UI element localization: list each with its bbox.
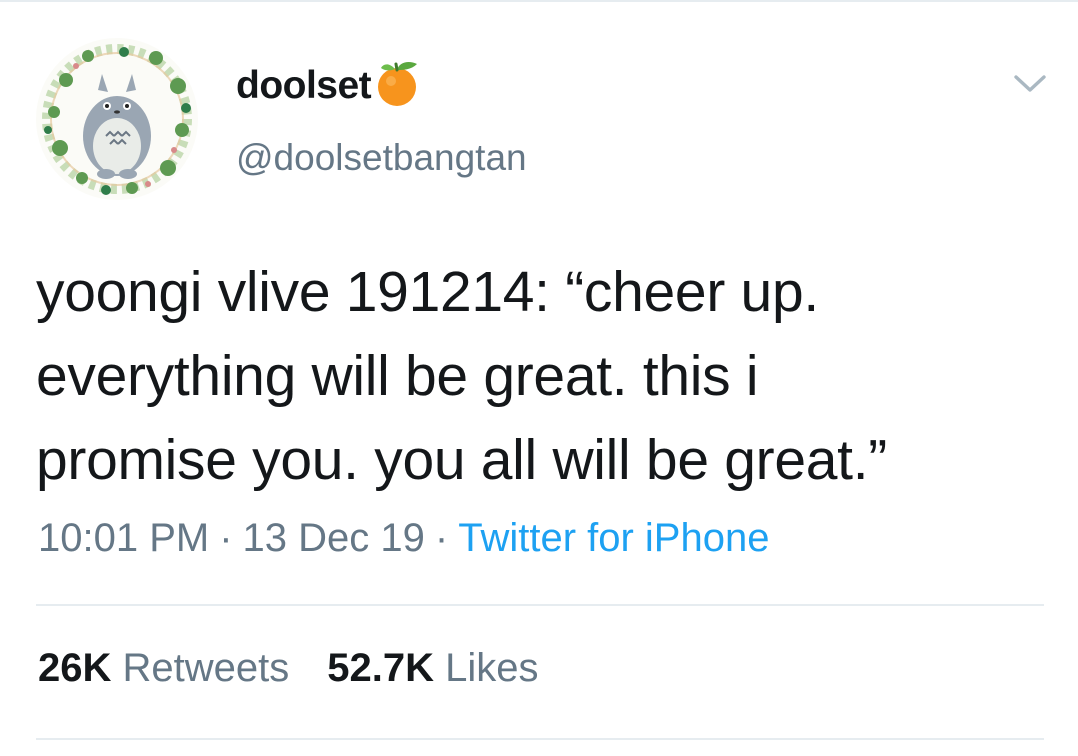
stats-top-divider	[36, 604, 1044, 606]
retweets-count: 26K	[38, 646, 112, 690]
stats-bottom-divider	[36, 738, 1044, 740]
chevron-down-icon	[1014, 75, 1046, 92]
user-handle[interactable]: @doolsetbangtan	[236, 137, 527, 179]
tangerine-icon	[373, 58, 423, 113]
likes-stat[interactable]: 52.7K Likes	[327, 646, 538, 691]
totoro-wreath-avatar-icon	[42, 44, 192, 195]
engagement-stats: 26K Retweets 52.7K Likes	[38, 646, 539, 691]
tweet-meta: 10:01 PM · 13 Dec 19 · Twitter for iPhone	[38, 516, 769, 561]
display-name-row[interactable]: doolset	[236, 58, 423, 114]
more-options-button[interactable]	[1010, 64, 1050, 104]
tweet-card: doolset @doolsetbangtan yoongi vlive 191…	[0, 0, 1078, 756]
tweet-text: yoongi vlive 191214: “cheer up. everythi…	[36, 260, 887, 492]
tweet-source-link[interactable]: Twitter for iPhone	[458, 516, 769, 560]
likes-label: Likes	[445, 646, 539, 690]
tweet-date[interactable]: 13 Dec 19	[243, 516, 425, 560]
tweet-time[interactable]: 10:01 PM	[38, 516, 209, 560]
display-name[interactable]: doolset	[236, 64, 372, 108]
meta-separator: ·	[434, 516, 449, 560]
retweets-label: Retweets	[122, 646, 290, 690]
likes-count: 52.7K	[327, 646, 435, 690]
meta-separator: ·	[219, 516, 233, 560]
avatar[interactable]	[36, 38, 198, 200]
retweets-stat[interactable]: 26K Retweets	[38, 646, 289, 691]
